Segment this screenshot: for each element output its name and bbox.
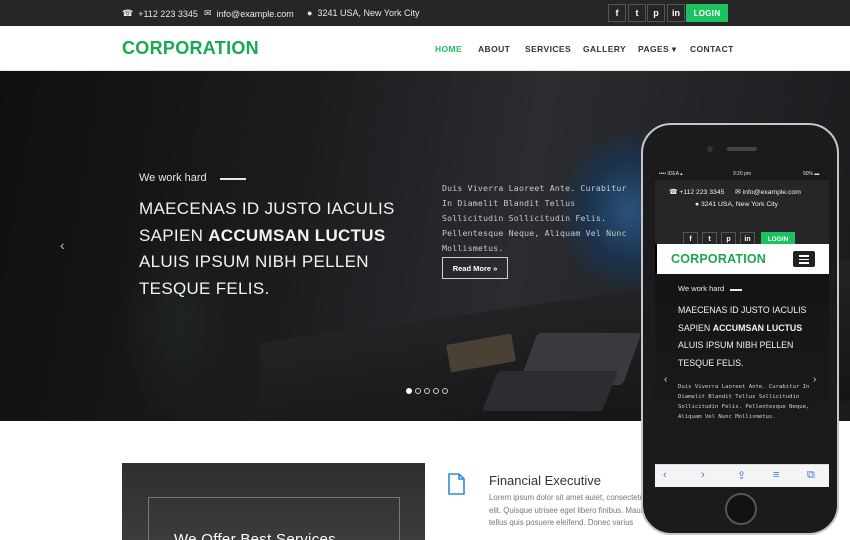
hero-kicker: We work hard xyxy=(139,172,207,184)
mail-icon: ✉ xyxy=(204,8,212,18)
topbar-email-text: info@example.com xyxy=(216,8,294,19)
phone-screen: •••• IDEA ▴ 9:20 pm 90% ▬ ☎ +112 223 334… xyxy=(655,169,829,487)
slider-dot[interactable] xyxy=(433,388,439,394)
login-button[interactable]: LOGIN xyxy=(686,4,728,22)
pinterest-icon[interactable]: p xyxy=(647,4,665,22)
feature-text-line: elit. Quisque utrisee eget libero finibu… xyxy=(489,505,649,515)
phone-topbar-phone-text: +112 223 3345 xyxy=(679,189,725,196)
topbar-phone-text: +112 223 3345 xyxy=(138,8,198,19)
phone-topbar-email[interactable]: ✉ info@example.com xyxy=(735,188,801,196)
hero-keyboard xyxy=(481,371,619,411)
financial-executive-title: Financial Executive xyxy=(489,473,601,488)
nav-contact[interactable]: CONTACT xyxy=(690,44,734,54)
hero-headline-end: ALUIS IPSUM NIBH PELLEN TESQUE FELIS. xyxy=(139,252,369,298)
phone-topbar-email-text: info@example.com xyxy=(742,189,801,196)
hero-paragraph: Duis Viverra Laoreet Ante. Curabitur In … xyxy=(442,183,627,253)
phone-hero-kicker-line xyxy=(730,289,742,291)
hero-headline: MAECENAS ID JUSTO IACULIS SAPIEN ACCUMSA… xyxy=(139,196,409,302)
nav-about[interactable]: ABOUT xyxy=(478,44,510,54)
slider-dot[interactable] xyxy=(406,388,412,394)
feature-text-line: tellus quis posuere eleifend. Donec vari… xyxy=(489,518,634,527)
main-nav: CORPORATION HOME ABOUT SERVICES GALLERY … xyxy=(0,26,850,71)
nav-services[interactable]: SERVICES xyxy=(525,44,571,54)
phone-topbar-phone: ☎ +112 223 3345 xyxy=(669,189,725,196)
financial-executive-text: Lorem ipsum dolor sit amet auiet, consec… xyxy=(489,492,649,530)
phone-camera xyxy=(707,146,713,152)
topbar-email[interactable]: ✉ info@example.com xyxy=(204,8,294,19)
nav-gallery[interactable]: GALLERY xyxy=(583,44,626,54)
phone-topbar-address-text: 3241 USA, New York City xyxy=(701,201,779,208)
browser-back-icon[interactable]: ‹ xyxy=(663,469,667,481)
slider-dot[interactable] xyxy=(424,388,430,394)
topbar-phone: ☎ +112 223 3345 xyxy=(122,8,198,19)
phone-nav: CORPORATION xyxy=(657,244,829,274)
slider-prev-arrow-icon[interactable]: ‹ xyxy=(60,237,65,253)
hero-headline-bold: ACCUMSAN LUCTUS xyxy=(208,225,386,245)
tabs-icon[interactable]: ⧉ xyxy=(807,469,815,482)
phone-status-bar: •••• IDEA ▴ 9:20 pm 90% ▬ xyxy=(655,169,829,180)
facebook-icon[interactable]: f xyxy=(608,4,626,22)
phone-site-logo[interactable]: CORPORATION xyxy=(671,252,766,266)
topbar-address-text: 3241 USA, New York City xyxy=(317,8,420,18)
document-icon xyxy=(448,473,465,495)
phone-prev-arrow-icon[interactable]: ‹ xyxy=(664,374,667,385)
top-bar: ☎ +112 223 3345 ✉ info@example.com ● 324… xyxy=(0,0,850,26)
phone-speaker xyxy=(727,147,757,151)
bookmarks-icon[interactable]: ≡ xyxy=(773,469,779,481)
site-logo[interactable]: CORPORATION xyxy=(122,38,259,59)
phone-headline-end: ALUIS IPSUM NIBH PELLEN TESQUE FELIS. xyxy=(678,340,794,368)
feature-text-line: Lorem ipsum dolor sit amet auiet, consec… xyxy=(489,493,647,502)
slider-dot[interactable] xyxy=(442,388,448,394)
twitter-icon[interactable]: t xyxy=(628,4,646,22)
phone-hero-kicker: We work hard xyxy=(678,284,725,293)
phone-icon: ☎ xyxy=(122,8,134,18)
status-time: 9:20 pm xyxy=(733,171,752,177)
slider-dot[interactable] xyxy=(415,388,421,394)
phone-hero-paragraph: Duis Viverra Laoreet Ante. Curabitur In … xyxy=(678,384,810,420)
browser-forward-icon[interactable]: › xyxy=(701,469,705,481)
phone-topbar-address: ● 3241 USA, New York City xyxy=(695,201,779,208)
map-marker-icon: ● xyxy=(307,8,313,18)
slider-dots xyxy=(406,388,448,394)
phone-hero-headline: MAECENAS ID JUSTO IACULIS SAPIEN ACCUMSA… xyxy=(678,302,818,372)
services-image: We Offer Best Services xyxy=(122,463,425,540)
nav-pages-dropdown[interactable]: PAGES ▾ xyxy=(638,44,677,55)
phone-browser-toolbar: ‹ › ⇪ ≡ ⧉ xyxy=(655,464,829,487)
status-battery: 90% ▬ xyxy=(803,171,820,177)
phone-home-button xyxy=(725,493,757,525)
hero-kicker-line xyxy=(220,178,246,180)
linkedin-icon[interactable]: in xyxy=(667,4,685,22)
phone-hero: We work hard MAECENAS ID JUSTO IACULIS S… xyxy=(655,274,829,464)
hamburger-menu-icon[interactable] xyxy=(793,251,815,267)
share-icon[interactable]: ⇪ xyxy=(737,469,746,482)
services-image-caption: We Offer Best Services xyxy=(174,531,336,540)
nav-home[interactable]: HOME xyxy=(435,44,462,54)
phone-mockup: •••• IDEA ▴ 9:20 pm 90% ▬ ☎ +112 223 334… xyxy=(641,123,839,535)
topbar-address: ● 3241 USA, New York City xyxy=(307,8,420,18)
page: ☎ +112 223 3345 ✉ info@example.com ● 324… xyxy=(0,0,850,540)
status-carrier: •••• IDEA ▴ xyxy=(659,171,683,177)
phone-headline-bold: ACCUMSAN LUCTUS xyxy=(712,322,803,333)
phone-next-arrow-icon[interactable]: › xyxy=(813,374,816,385)
read-more-button[interactable]: Read More » xyxy=(442,257,508,279)
